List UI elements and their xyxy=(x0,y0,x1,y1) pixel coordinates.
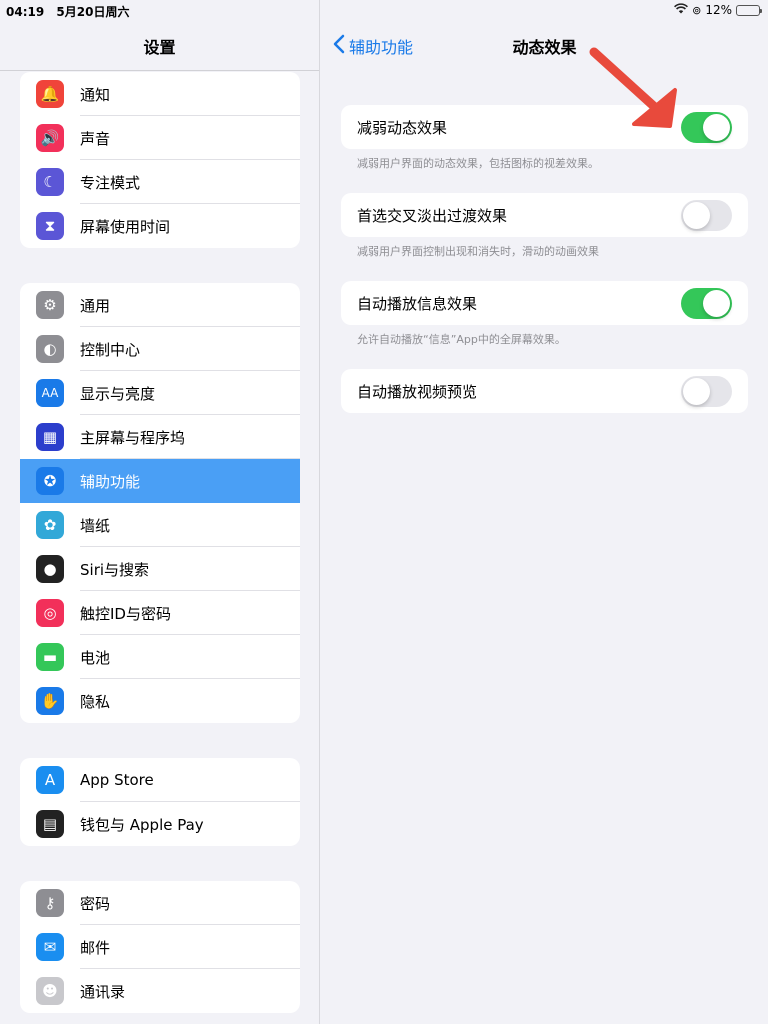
speaker-icon: 🔊 xyxy=(36,124,64,152)
sidebar-item-label: 显示与亮度 xyxy=(80,384,156,403)
wifi-icon xyxy=(674,3,689,17)
toggle-knob xyxy=(703,289,730,317)
auto-play-messages-toggle[interactable] xyxy=(681,287,732,319)
sidebar-item-label: 主屏幕与程序坞 xyxy=(80,428,186,447)
status-indicators: ⊚ 12% xyxy=(674,3,762,17)
sidebar-item-label: 通讯录 xyxy=(80,982,126,1001)
setting-footnote: 减弱用户界面控制出现和消失时，滑动的动画效果 xyxy=(357,245,599,258)
sidebar-item-label: Siri与搜索 xyxy=(80,560,150,579)
setting-label: 自动播放视频预览 xyxy=(357,382,478,401)
divider xyxy=(0,70,319,71)
sidebar-item-label: 密码 xyxy=(80,894,111,913)
sidebar-item-label: 通知 xyxy=(80,85,111,104)
toggle-knob xyxy=(683,201,710,229)
setting-row-cross-fade: 首选交叉淡出过渡效果 xyxy=(341,193,748,237)
gear-icon: ⚙ xyxy=(36,291,64,319)
wallet-icon: ▤ xyxy=(36,810,64,838)
settings-sidebar: 04:19 5月20日周六 设置 🔔 通知 🔊 声音 ☾ 专注模式 ⧗ 屏幕使用时间 ⚙ 通用 ◐… xyxy=(0,0,320,1024)
battery-icon xyxy=(736,4,762,16)
sidebar-item[interactable]: ⧗ 屏幕使用时间 xyxy=(20,204,300,248)
sidebar-item-label: App Store xyxy=(80,771,154,789)
fingerprint-icon: ◎ xyxy=(36,599,64,627)
sidebar-group-4: ⚷ 密码 ✉ 邮件 ☻ 通讯录 xyxy=(20,881,300,1013)
setting-footnote: 允许自动播放“信息”App中的全屏幕效果。 xyxy=(357,333,566,346)
auto-play-video-toggle[interactable] xyxy=(681,375,732,407)
accessibility-icon: ✪ xyxy=(36,467,64,495)
sidebar-item-label: 专注模式 xyxy=(80,173,141,192)
sidebar-item-label: 辅助功能 xyxy=(80,472,141,491)
bell-icon: 🔔 xyxy=(36,80,64,108)
sidebar-item[interactable]: ✪ 辅助功能 xyxy=(20,459,300,503)
contacts-icon: ☻ xyxy=(36,977,64,1005)
sidebar-item-label: 屏幕使用时间 xyxy=(80,217,171,236)
app-store-icon: A xyxy=(36,766,64,794)
sidebar-item-label: 邮件 xyxy=(80,938,111,957)
sidebar-item[interactable]: ✋ 隐私 xyxy=(20,679,300,723)
sidebar-item[interactable]: AA 显示与亮度 xyxy=(20,371,300,415)
setting-footnote: 减弱用户界面的动态效果，包括图标的视差效果。 xyxy=(357,157,599,170)
page-title: 动态效果 xyxy=(512,38,577,57)
sidebar-group-3: A App Store ▤ 钱包与 Apple Pay xyxy=(20,758,300,846)
sidebar-item[interactable]: ✿ 墙纸 xyxy=(20,503,300,547)
sidebar-item[interactable]: 🔊 声音 xyxy=(20,116,300,160)
sidebar-item[interactable]: ☾ 专注模式 xyxy=(20,160,300,204)
cross-fade-toggle[interactable] xyxy=(681,199,732,231)
sidebar-item[interactable]: ☻ 通讯录 xyxy=(20,969,300,1013)
siri-icon: ● xyxy=(36,555,64,583)
mail-icon: ✉ xyxy=(36,933,64,961)
sidebar-item[interactable]: ◎ 触控ID与密码 xyxy=(20,591,300,635)
setting-row-auto-play-video: 自动播放视频预览 xyxy=(341,369,748,413)
sidebar-item[interactable]: ▤ 钱包与 Apple Pay xyxy=(20,802,300,846)
sidebar-group-2: ⚙ 通用 ◐ 控制中心 AA 显示与亮度 ▦ 主屏幕与程序坞 ✪ 辅助功能 ✿ 墙纸 ● Siri与搜索 ◎… xyxy=(20,283,300,723)
setting-label: 首选交叉淡出过渡效果 xyxy=(357,206,508,225)
sidebar-item[interactable]: ⚙ 通用 xyxy=(20,283,300,327)
status-time-date: 04:19 5月20日周六 xyxy=(6,3,137,20)
hand-icon: ✋ xyxy=(36,687,64,715)
sidebar-item-label: 声音 xyxy=(80,129,111,148)
moon-icon: ☾ xyxy=(36,168,64,196)
sidebar-item-label: 触控ID与密码 xyxy=(80,604,171,623)
annotation-arrow-icon xyxy=(589,47,677,128)
sidebar-item[interactable]: ◐ 控制中心 xyxy=(20,327,300,371)
setting-label: 自动播放信息效果 xyxy=(357,294,478,313)
setting-label: 减弱动态效果 xyxy=(357,118,448,137)
battery-percent: 12% xyxy=(705,3,732,17)
status-time: 04:19 xyxy=(6,5,45,19)
sidebar-item-label: 控制中心 xyxy=(80,340,141,359)
sidebar-item[interactable]: A App Store xyxy=(20,758,300,802)
setting-row-auto-play-messages: 自动播放信息效果 xyxy=(341,281,748,325)
grid-icon: ▦ xyxy=(36,423,64,451)
sidebar-title: 设置 xyxy=(143,38,176,57)
toggles-icon: ◐ xyxy=(36,335,64,363)
text-size-icon: AA xyxy=(36,379,64,407)
sidebar-item-label: 墙纸 xyxy=(80,516,111,535)
hourglass-icon: ⧗ xyxy=(36,212,64,240)
toggle-knob xyxy=(703,113,730,141)
sidebar-item-label: 电池 xyxy=(80,648,111,667)
detail-pane: ⊚ 12% 辅助功能 动态效果 减弱动态效果 减弱用户界面的动态效果，包括图标的… xyxy=(321,0,768,1024)
key-icon: ⚷ xyxy=(36,889,64,917)
battery-icon: ▬ xyxy=(36,643,64,671)
sidebar-group-1: 🔔 通知 🔊 声音 ☾ 专注模式 ⧗ 屏幕使用时间 xyxy=(20,72,300,248)
sidebar-item[interactable]: 🔔 通知 xyxy=(20,72,300,116)
flower-icon: ✿ xyxy=(36,511,64,539)
sidebar-item-label: 钱包与 Apple Pay xyxy=(80,815,204,834)
sidebar-item-label: 通用 xyxy=(80,296,111,315)
sidebar-item[interactable]: ▬ 电池 xyxy=(20,635,300,679)
orientation-lock-icon: ⊚ xyxy=(692,3,702,17)
sidebar-item-label: 隐私 xyxy=(80,692,111,711)
sidebar-item[interactable]: ● Siri与搜索 xyxy=(20,547,300,591)
sidebar-item[interactable]: ✉ 邮件 xyxy=(20,925,300,969)
status-date: 5月20日周六 xyxy=(56,5,130,19)
sidebar-item[interactable]: ▦ 主屏幕与程序坞 xyxy=(20,415,300,459)
sidebar-item[interactable]: ⚷ 密码 xyxy=(20,881,300,925)
toggle-knob xyxy=(683,377,710,405)
